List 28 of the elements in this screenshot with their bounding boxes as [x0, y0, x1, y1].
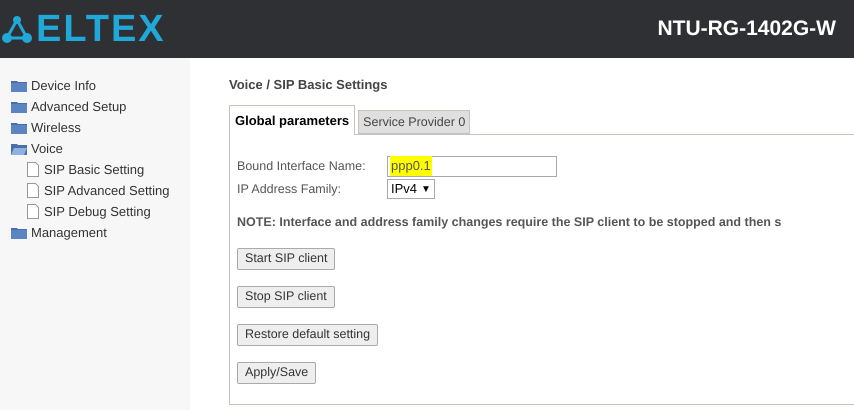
document-icon — [27, 162, 39, 177]
input-field[interactable]: ppp0.1 — [387, 156, 557, 176]
field-label: Bound Interface Name: — [237, 158, 367, 175]
tab[interactable]: Service Provider 0 — [358, 110, 470, 134]
sidebar-item[interactable]: SIP Basic Setting — [44, 160, 144, 180]
sidebar-item[interactable]: Advanced Setup — [31, 96, 126, 116]
logo-text: ELTEX — [36, 10, 166, 48]
note-text: NOTE: Interface and address family changes require the SIP client to be stopped and then s — [237, 214, 782, 231]
sidebar-item[interactable]: Device Info — [31, 76, 96, 96]
sidebar-item[interactable]: SIP Debug Setting — [44, 202, 151, 222]
action-button[interactable]: Apply/Save — [237, 362, 316, 384]
caret-icon: ▼ — [421, 182, 431, 196]
tab[interactable]: Global parameters — [229, 105, 356, 135]
field-value: ppp0.1 — [390, 156, 432, 176]
document-icon — [27, 204, 39, 219]
model-name: NTU-RG-1402G-W — [657, 16, 836, 42]
action-button[interactable]: Stop SIP client — [237, 286, 335, 308]
sidebar-item[interactable]: SIP Advanced Setting — [44, 180, 170, 200]
sidebar-item[interactable]: Management — [31, 222, 107, 242]
document-icon — [27, 183, 39, 198]
logo-icon — [2, 14, 32, 44]
sidebar-item[interactable]: Wireless — [31, 118, 81, 138]
dropdown[interactable]: IPv4 ▼ — [387, 179, 435, 199]
page-title: Voice / SIP Basic Settings — [229, 76, 388, 94]
action-button[interactable]: Restore default setting — [237, 324, 378, 346]
field-label: IP Address Family: — [237, 180, 342, 198]
action-button[interactable]: Start SIP client — [237, 248, 336, 270]
sidebar-item[interactable]: Voice — [31, 138, 63, 158]
